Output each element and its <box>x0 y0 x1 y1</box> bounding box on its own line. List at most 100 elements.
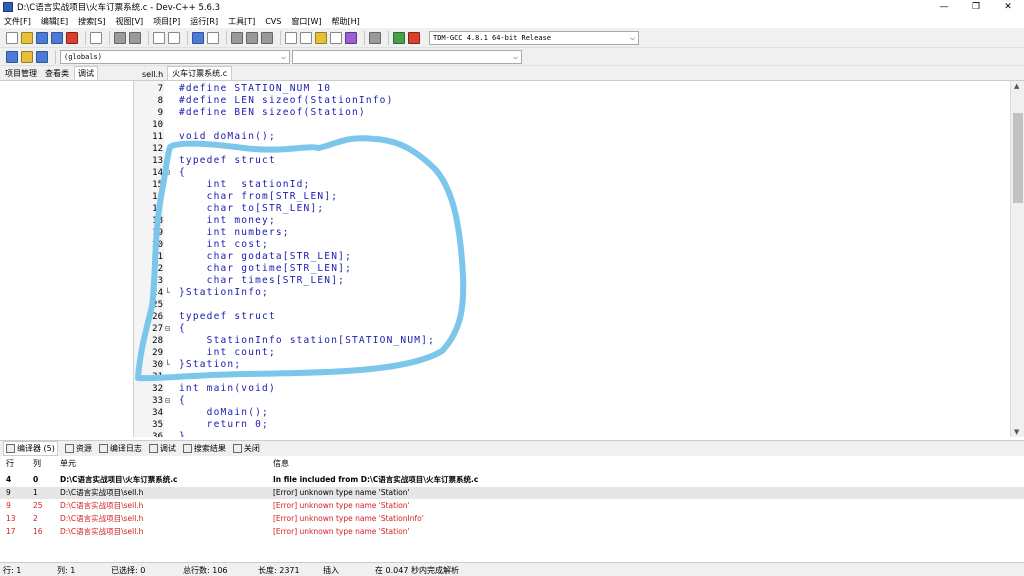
fold-marker[interactable]: ⊟ <box>165 167 173 179</box>
compile-run-icon[interactable] <box>315 31 327 44</box>
menu-view[interactable]: 视图[V] <box>115 16 143 27</box>
save-all-icon[interactable] <box>51 31 63 44</box>
compiler-select[interactable]: TDM-GCC 4.8.1 64-bit Release ⌵ <box>429 30 639 45</box>
run-icon[interactable] <box>300 31 312 44</box>
code-line[interactable]: 20 int cost; <box>134 239 1010 251</box>
close-icon[interactable]: ✕ <box>992 0 1024 14</box>
menu-project[interactable]: 项目[P] <box>153 16 180 27</box>
tab-project[interactable]: 项目管理 <box>2 67 40 80</box>
header-unit[interactable]: 单元 <box>60 458 76 469</box>
rebuild-icon[interactable] <box>330 31 342 44</box>
fold-marker[interactable]: ⊟ <box>165 395 173 407</box>
scrollbar-thumb[interactable] <box>1013 113 1023 203</box>
code-editor[interactable]: 7 #define STATION_NUM 10 8 #define LEN size… <box>134 81 1010 437</box>
message-row[interactable]: 17 16 D:\C语言实战项目\sell.h [Error] unknown typ… <box>0 526 1024 538</box>
code-line[interactable]: 31 <box>134 371 1010 383</box>
goto-function-icon[interactable] <box>207 31 219 44</box>
code-line[interactable]: 34 doMain(); <box>134 407 1010 419</box>
fold-marker[interactable]: ⊟ <box>165 323 173 335</box>
code-line[interactable]: 27 ⊟ { <box>134 323 1010 335</box>
code-line[interactable]: 26 typedef struct <box>134 311 1010 323</box>
undo-icon[interactable] <box>114 31 126 44</box>
debug-icon[interactable] <box>408 31 420 44</box>
bottom-tab[interactable]: 调试 <box>148 443 176 454</box>
insert-icon[interactable] <box>6 50 18 63</box>
code-line[interactable]: 16 char from[STR_LEN]; <box>134 191 1010 203</box>
menu-run[interactable]: 运行[R] <box>190 16 218 27</box>
scope-select[interactable]: (globals) ⌵ <box>60 49 290 64</box>
code-line[interactable]: 23 char times[STR_LEN]; <box>134 275 1010 287</box>
save-icon[interactable] <box>36 31 48 44</box>
redo-icon[interactable] <box>129 31 141 44</box>
menu-file[interactable]: 文件[F] <box>4 16 31 27</box>
code-line[interactable]: 7 #define STATION_NUM 10 <box>134 83 1010 95</box>
code-line[interactable]: 18 int money; <box>134 215 1010 227</box>
maximize-icon[interactable]: ❐ <box>960 0 992 14</box>
bottom-tab[interactable]: 编译器 (5) <box>3 441 58 456</box>
find-icon[interactable] <box>153 31 165 44</box>
profile-icon[interactable] <box>393 31 405 44</box>
code-line[interactable]: 29 int count; <box>134 347 1010 359</box>
message-row[interactable]: 9 25 D:\C语言实战项目\sell.h [Error] unknown type… <box>0 500 1024 512</box>
replace-icon[interactable] <box>168 31 180 44</box>
indent-right-icon[interactable] <box>246 31 258 44</box>
goto-bookmark-icon[interactable] <box>36 50 48 63</box>
check-syntax-icon[interactable] <box>345 31 357 44</box>
code-line[interactable]: 17 char to[STR_LEN]; <box>134 203 1010 215</box>
fold-marker[interactable]: └ <box>165 287 173 299</box>
editor-vertical-scrollbar[interactable]: ▲ ▼ <box>1010 81 1024 437</box>
function-select[interactable]: ⌵ <box>292 49 522 64</box>
scroll-up-icon[interactable]: ▲ <box>1014 82 1019 90</box>
header-message[interactable]: 信息 <box>273 458 289 469</box>
bottom-tab[interactable]: 编译日志 <box>98 443 142 454</box>
message-row[interactable]: 13 2 D:\C语言实战项目\sell.h [Error] unknown type… <box>0 513 1024 525</box>
minimize-icon[interactable]: — <box>928 0 960 14</box>
menu-search[interactable]: 搜索[S] <box>78 16 105 27</box>
menu-window[interactable]: 窗口[W] <box>291 16 321 27</box>
menu-tools[interactable]: 工具[T] <box>228 16 255 27</box>
message-row[interactable]: 9 1 D:\C语言实战项目\sell.h [Error] unknown type … <box>0 487 1024 499</box>
indent-left-icon[interactable] <box>231 31 243 44</box>
code-line[interactable]: 19 int numbers; <box>134 227 1010 239</box>
header-col[interactable]: 列 <box>33 458 41 469</box>
open-file-icon[interactable] <box>21 31 33 44</box>
header-line[interactable]: 行 <box>6 458 14 469</box>
code-line[interactable]: 15 int stationId; <box>134 179 1010 191</box>
code-line[interactable]: 9 #define BEN sizeof(Station) <box>134 107 1010 119</box>
tab-sell-h[interactable]: sell.h <box>138 69 167 80</box>
scroll-down-icon[interactable]: ▼ <box>1014 428 1019 436</box>
menu-edit[interactable]: 编辑[E] <box>41 16 68 27</box>
code-line[interactable]: 21 char godata[STR_LEN]; <box>134 251 1010 263</box>
code-line[interactable]: 13 typedef struct <box>134 155 1010 167</box>
code-line[interactable]: 14 ⊟ { <box>134 167 1010 179</box>
menu-help[interactable]: 帮助[H] <box>332 16 360 27</box>
code-line[interactable]: 25 <box>134 299 1010 311</box>
code-line[interactable]: 35 return 0; <box>134 419 1010 431</box>
code-line[interactable]: 28 StationInfo station[STATION_NUM]; <box>134 335 1010 347</box>
toggle-bookmark-icon[interactable] <box>21 50 33 63</box>
code-line[interactable]: 30 └}Station; <box>134 359 1010 371</box>
goto-line-icon[interactable] <box>192 31 204 44</box>
menu-cvs[interactable]: CVS <box>265 17 281 26</box>
code-line[interactable]: 8 #define LEN sizeof(StationInfo) <box>134 95 1010 107</box>
tab-debug[interactable]: 调试 <box>74 66 98 80</box>
compile-icon[interactable] <box>285 31 297 44</box>
tab-main-c[interactable]: 火车订票系统.c <box>167 66 233 80</box>
code-line[interactable]: 32 int main(void) <box>134 383 1010 395</box>
code-line[interactable]: 12 <box>134 143 1010 155</box>
code-line[interactable]: 22 char gotime[STR_LEN]; <box>134 263 1010 275</box>
bottom-tab[interactable]: 资源 <box>64 443 92 454</box>
code-line[interactable]: 10 <box>134 119 1010 131</box>
bottom-tab[interactable]: 关闭 <box>232 443 260 454</box>
new-file-icon[interactable] <box>6 31 18 44</box>
fold-marker[interactable]: └ <box>165 359 173 371</box>
code-line[interactable]: 11 void doMain(); <box>134 131 1010 143</box>
code-line[interactable]: 24 └}StationInfo; <box>134 287 1010 299</box>
code-line[interactable]: 36} <box>134 431 1010 437</box>
message-row[interactable]: 4 0 D:\C语言实战项目\火车订票系统.c In file included fr… <box>0 474 1024 486</box>
stop-execution-icon[interactable] <box>369 31 381 44</box>
bottom-tab[interactable]: 搜索结果 <box>182 443 226 454</box>
code-line[interactable]: 33 ⊟ { <box>134 395 1010 407</box>
tab-classes[interactable]: 查看类 <box>42 67 72 80</box>
print-icon[interactable] <box>90 31 102 44</box>
